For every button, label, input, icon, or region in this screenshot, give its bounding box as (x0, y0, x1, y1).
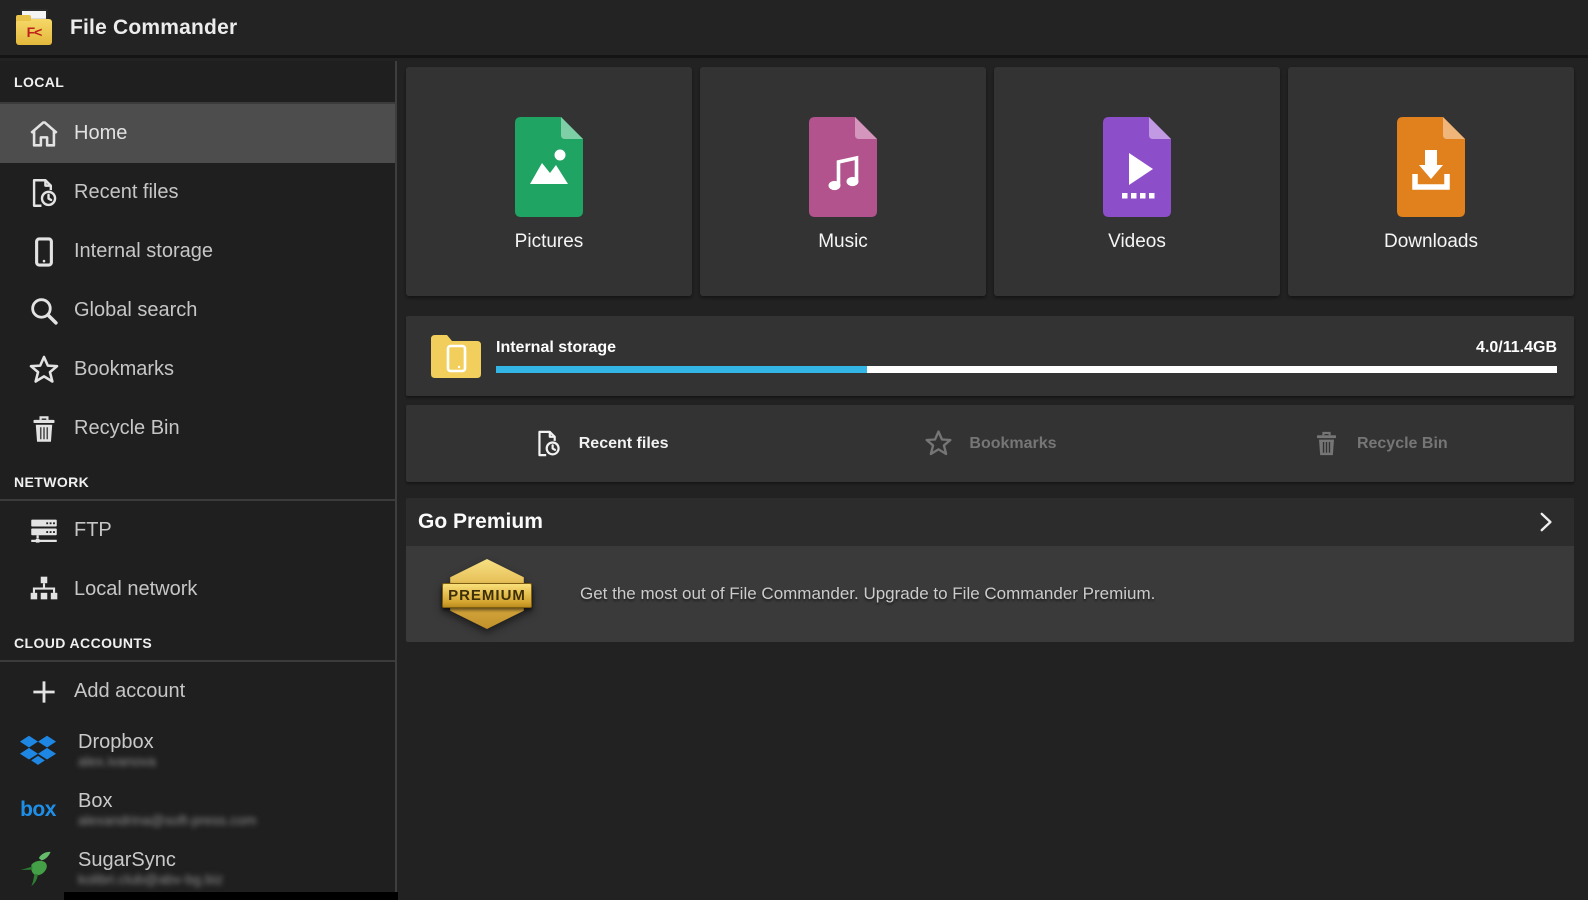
star-icon (26, 353, 62, 387)
shortcuts-card: Recent files Bookmarks Recycle Bin (406, 405, 1574, 482)
sidebar-item-global-search[interactable]: Global search (0, 281, 395, 340)
sidebar-item-label: Bookmarks (74, 358, 174, 381)
trash-icon (1311, 428, 1342, 459)
recent-files-icon (533, 428, 564, 459)
shortcut-bookmarks[interactable]: Bookmarks (795, 428, 1184, 459)
storage-usage-text: 4.0/11.4GB (1476, 339, 1557, 357)
app-logo-folder: F< (16, 19, 52, 45)
app-logo-icon: F< (13, 6, 55, 50)
sidebar-item-recycle-bin[interactable]: Recycle Bin (0, 399, 395, 458)
storage-progress-fill (496, 366, 867, 373)
account-name: Box (78, 790, 256, 812)
shortcut-recent-files[interactable]: Recent files (406, 428, 795, 459)
sidebar-section-local: LOCAL (0, 61, 395, 104)
internal-storage-card[interactable]: Internal storage 4.0/11.4GB (406, 316, 1574, 396)
account-name: SugarSync (78, 849, 223, 871)
sidebar-item-bookmarks[interactable]: Bookmarks (0, 340, 395, 399)
tile-label: Music (818, 231, 868, 253)
music-file-icon (809, 117, 877, 217)
shortcut-label: Bookmarks (969, 435, 1056, 453)
box-logo-icon: box (12, 798, 64, 822)
storage-label: Internal storage (496, 339, 616, 357)
plus-icon (26, 675, 62, 709)
network-tree-icon (26, 573, 62, 607)
sidebar-item-label: FTP (74, 519, 112, 542)
sidebar-item-sugarsync[interactable]: SugarSync kolibri.club@abv-bg.biz (0, 839, 395, 898)
tile-downloads[interactable]: Downloads (1288, 67, 1574, 296)
trash-icon (26, 412, 62, 446)
account-email-blurred: kolibri.club@abv-bg.biz (78, 871, 223, 888)
ftp-server-icon (26, 514, 62, 548)
tile-pictures[interactable]: Pictures (406, 67, 692, 296)
go-premium-title: Go Premium (418, 510, 543, 534)
search-icon (26, 294, 62, 328)
premium-message: Get the most out of File Commander. Upgr… (580, 584, 1155, 604)
sidebar-item-ftp[interactable]: FTP (0, 501, 395, 560)
dropbox-logo-icon (12, 735, 64, 767)
downloads-file-icon (1397, 117, 1465, 217)
redaction-strip (64, 892, 398, 900)
sidebar-item-dropbox[interactable]: Dropbox alex.ivanova (0, 721, 395, 780)
sidebar-item-recent-files[interactable]: Recent files (0, 163, 395, 222)
sidebar-item-local-network[interactable]: Local network (0, 560, 395, 619)
sidebar-item-internal-storage[interactable]: Internal storage (0, 222, 395, 281)
tile-label: Pictures (515, 231, 584, 253)
category-tiles-row: Pictures Music (406, 67, 1574, 296)
sidebar-item-home[interactable]: Home (0, 104, 395, 163)
premium-badge-ribbon: PREMIUM (442, 583, 532, 608)
sidebar-item-label: Recent files (74, 181, 179, 204)
app-title: File Commander (70, 16, 237, 40)
top-app-bar: F< File Commander (0, 0, 1588, 58)
sidebar-item-label: Internal storage (74, 240, 213, 263)
chevron-right-icon (1532, 509, 1558, 535)
account-email-blurred: alexandrina@soft-press.com (78, 812, 256, 829)
pictures-file-icon (515, 117, 583, 217)
smartphone-icon (26, 235, 62, 269)
account-email-blurred: alex.ivanova (78, 753, 156, 770)
home-icon (26, 117, 62, 151)
sidebar-item-label: Recycle Bin (74, 417, 180, 440)
sidebar-section-cloud-accounts: CLOUD ACCOUNTS (0, 619, 395, 662)
shortcut-label: Recycle Bin (1357, 435, 1448, 453)
go-premium-banner[interactable]: PREMIUM Get the most out of File Command… (406, 546, 1574, 642)
storage-progress-bar (496, 366, 1557, 373)
go-premium-header[interactable]: Go Premium (406, 498, 1574, 546)
shortcut-recycle-bin[interactable]: Recycle Bin (1185, 428, 1574, 459)
tile-videos[interactable]: Videos (994, 67, 1280, 296)
sidebar-item-label: Global search (74, 299, 197, 322)
sidebar-section-network: NETWORK (0, 458, 395, 501)
shortcut-label: Recent files (579, 435, 669, 453)
tile-music[interactable]: Music (700, 67, 986, 296)
sidebar-item-label: Add account (74, 680, 185, 703)
tile-label: Videos (1108, 231, 1166, 253)
sidebar-item-label: Local network (74, 578, 197, 601)
recent-files-icon (26, 176, 62, 210)
videos-file-icon (1103, 117, 1171, 217)
sidebar-item-box[interactable]: box Box alexandrina@soft-press.com (0, 780, 395, 839)
folder-phone-icon (428, 332, 484, 380)
premium-badge-icon: PREMIUM (442, 559, 532, 629)
star-icon (923, 428, 954, 459)
sidebar-item-label: Home (74, 122, 127, 145)
sidebar-item-add-account[interactable]: Add account (0, 662, 395, 721)
main-content: Pictures Music (399, 61, 1588, 900)
sidebar: LOCAL Home Recent files In (0, 61, 397, 900)
sugarsync-logo-icon (12, 849, 64, 889)
tile-label: Downloads (1384, 231, 1478, 253)
account-name: Dropbox (78, 731, 156, 753)
